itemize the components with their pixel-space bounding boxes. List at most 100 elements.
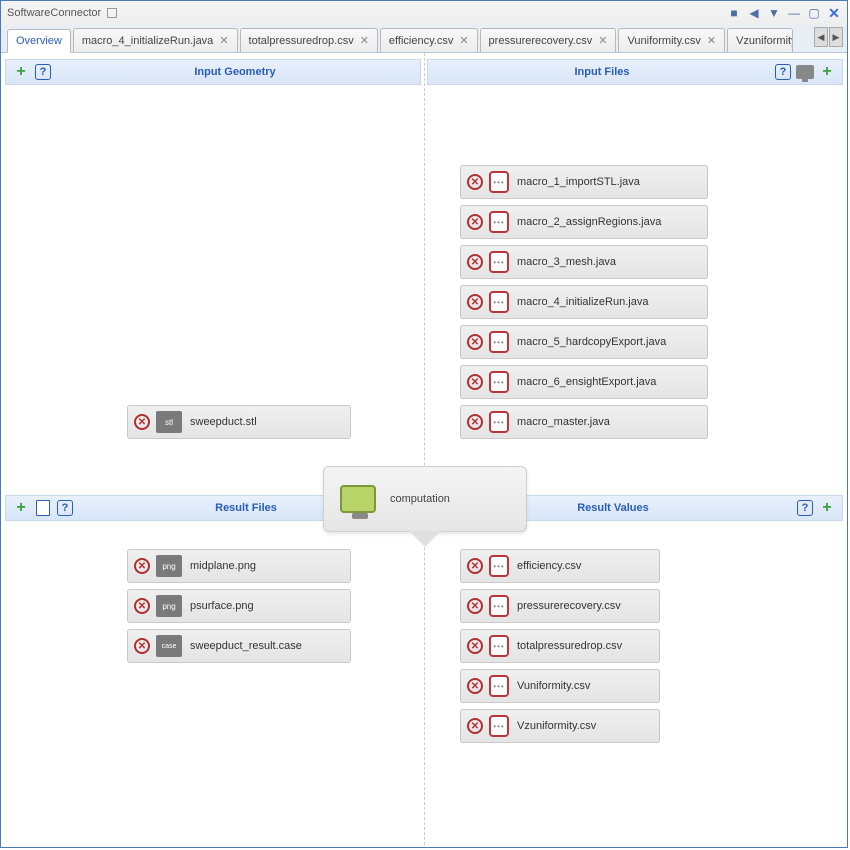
close-icon[interactable]: ✕ <box>360 34 369 47</box>
file-item[interactable]: ✕•••macro_master.java <box>460 405 708 439</box>
more-icon[interactable]: ••• <box>489 411 509 433</box>
file-thumb: case <box>156 635 182 657</box>
file-item[interactable]: ✕•••macro_2_assignRegions.java <box>460 205 708 239</box>
delete-icon[interactable]: ✕ <box>467 174 483 190</box>
file-name: sweepduct.stl <box>190 416 344 428</box>
file-item[interactable]: ✕ ••• macro_4_initializeRun.java <box>460 285 708 319</box>
more-icon[interactable]: ••• <box>489 371 509 393</box>
window-icon <box>107 8 117 18</box>
file-name: efficiency.csv <box>517 560 653 572</box>
delete-icon[interactable]: ✕ <box>134 598 150 614</box>
file-item[interactable]: ✕ ••• macro_1_importSTL.java <box>460 165 708 199</box>
file-item[interactable]: ✕casesweepduct_result.case <box>127 629 351 663</box>
computation-node[interactable]: computation <box>323 466 527 532</box>
more-icon[interactable]: ••• <box>489 331 509 353</box>
vertical-divider <box>424 53 425 845</box>
tab-file[interactable]: pressurerecovery.csv✕ <box>480 28 617 52</box>
section-header-input-geometry: + ? Input Geometry <box>5 59 421 85</box>
tab-file[interactable]: Vuniformity.csv ✕ <box>618 28 725 52</box>
close-icon[interactable]: ✕ <box>459 34 468 47</box>
delete-icon[interactable]: ✕ <box>467 638 483 654</box>
delete-icon[interactable]: ✕ <box>134 558 150 574</box>
more-icon[interactable]: ••• <box>489 715 509 737</box>
file-item[interactable]: ✕ ••• Vzuniformity.csv <box>460 709 660 743</box>
stop-icon[interactable]: ■ <box>727 6 741 20</box>
more-icon[interactable]: ••• <box>489 211 509 233</box>
delete-icon[interactable]: ✕ <box>467 678 483 694</box>
file-name: macro_4_initializeRun.java <box>517 296 701 308</box>
tab-overview[interactable]: Overview <box>7 29 71 53</box>
file-name: psurface.png <box>190 600 344 612</box>
file-item[interactable]: ✕pngpsurface.png <box>127 589 351 623</box>
tab-scroll-right[interactable]: ▶ <box>829 27 843 47</box>
file-item[interactable]: ✕ ••• macro_6_ensightExport.java <box>460 365 708 399</box>
delete-icon[interactable]: ✕ <box>134 414 150 430</box>
file-item[interactable]: ✕ ••• efficiency.csv <box>460 549 660 583</box>
file-item[interactable]: ✕•••macro_5_hardcopyExport.java <box>460 325 708 359</box>
close-icon[interactable]: ✕ <box>707 34 716 47</box>
file-name: macro_3_mesh.java <box>517 256 701 268</box>
file-item[interactable]: ✕pngmidplane.png <box>127 549 351 583</box>
add-button[interactable]: + <box>12 63 30 81</box>
close-button[interactable]: ✕ <box>827 6 841 20</box>
tab-bar: Overview macro_4_initializeRun.java ✕ tot… <box>1 25 847 53</box>
file-name: macro_1_importSTL.java <box>517 176 701 188</box>
delete-icon[interactable]: ✕ <box>467 334 483 350</box>
tab-label: macro_4_initializeRun.java <box>82 35 213 47</box>
delete-icon[interactable]: ✕ <box>467 598 483 614</box>
help-button[interactable]: ? <box>774 63 792 81</box>
delete-icon[interactable]: ✕ <box>467 214 483 230</box>
delete-icon[interactable]: ✕ <box>467 374 483 390</box>
file-name: totalpressuredrop.csv <box>517 640 653 652</box>
more-icon[interactable]: ••• <box>489 555 509 577</box>
file-item[interactable]: ✕•••Vuniformity.csv <box>460 669 660 703</box>
tab-label: efficiency.csv <box>389 35 453 47</box>
window-controls: ■ ◀ ▼ — ▢ ✕ <box>727 6 841 20</box>
next-icon[interactable]: ▼ <box>767 6 781 20</box>
tab-file[interactable]: macro_4_initializeRun.java ✕ <box>73 28 238 52</box>
maximize-button[interactable]: ▢ <box>807 6 821 20</box>
content-area: + ? Input Geometry Input Files ? + + ? R… <box>1 53 847 845</box>
more-icon[interactable]: ••• <box>489 635 509 657</box>
delete-icon[interactable]: ✕ <box>467 718 483 734</box>
file-name: macro_6_ensightExport.java <box>517 376 701 388</box>
help-icon: ? <box>775 64 791 80</box>
section-title: Input Geometry <box>54 66 416 78</box>
file-item[interactable]: ✕ ••• macro_3_mesh.java <box>460 245 708 279</box>
more-icon[interactable]: ••• <box>489 171 509 193</box>
file-item[interactable]: ✕ ••• pressurerecovery.csv <box>460 589 660 623</box>
file-name: Vzuniformity.csv <box>517 720 653 732</box>
tab-label: Vuniformity.csv <box>627 35 700 47</box>
delete-icon[interactable]: ✕ <box>467 294 483 310</box>
help-button[interactable]: ? <box>56 499 74 517</box>
minimize-button[interactable]: — <box>787 6 801 20</box>
file-thumb: png <box>156 555 182 577</box>
delete-icon[interactable]: ✕ <box>134 638 150 654</box>
tab-file[interactable]: Vzuniformity.csv <box>727 28 793 52</box>
delete-icon[interactable]: ✕ <box>467 414 483 430</box>
more-icon[interactable]: ••• <box>489 675 509 697</box>
tab-scroll-left[interactable]: ◀ <box>814 27 828 47</box>
close-icon[interactable]: ✕ <box>219 34 228 47</box>
help-button[interactable]: ? <box>34 63 52 81</box>
delete-icon[interactable]: ✕ <box>467 558 483 574</box>
delete-icon[interactable]: ✕ <box>467 254 483 270</box>
more-icon[interactable]: ••• <box>489 291 509 313</box>
file-item[interactable]: ✕ stl sweepduct.stl <box>127 405 351 439</box>
monitor-button[interactable] <box>796 63 814 81</box>
file-name: pressurerecovery.csv <box>517 600 653 612</box>
prev-icon[interactable]: ◀ <box>747 6 761 20</box>
more-icon[interactable]: ••• <box>489 251 509 273</box>
doc-button[interactable] <box>34 499 52 517</box>
document-icon <box>36 500 50 516</box>
add-button[interactable]: + <box>818 499 836 517</box>
file-item[interactable]: ✕ ••• totalpressuredrop.csv <box>460 629 660 663</box>
more-icon[interactable]: ••• <box>489 595 509 617</box>
tab-label: totalpressuredrop.csv <box>249 35 354 47</box>
add-button[interactable]: + <box>818 63 836 81</box>
tab-file[interactable]: totalpressuredrop.csv ✕ <box>240 28 378 52</box>
add-button[interactable]: + <box>12 499 30 517</box>
close-icon[interactable]: ✕ <box>598 34 607 47</box>
help-button[interactable]: ? <box>796 499 814 517</box>
tab-file[interactable]: efficiency.csv ✕ <box>380 28 478 52</box>
